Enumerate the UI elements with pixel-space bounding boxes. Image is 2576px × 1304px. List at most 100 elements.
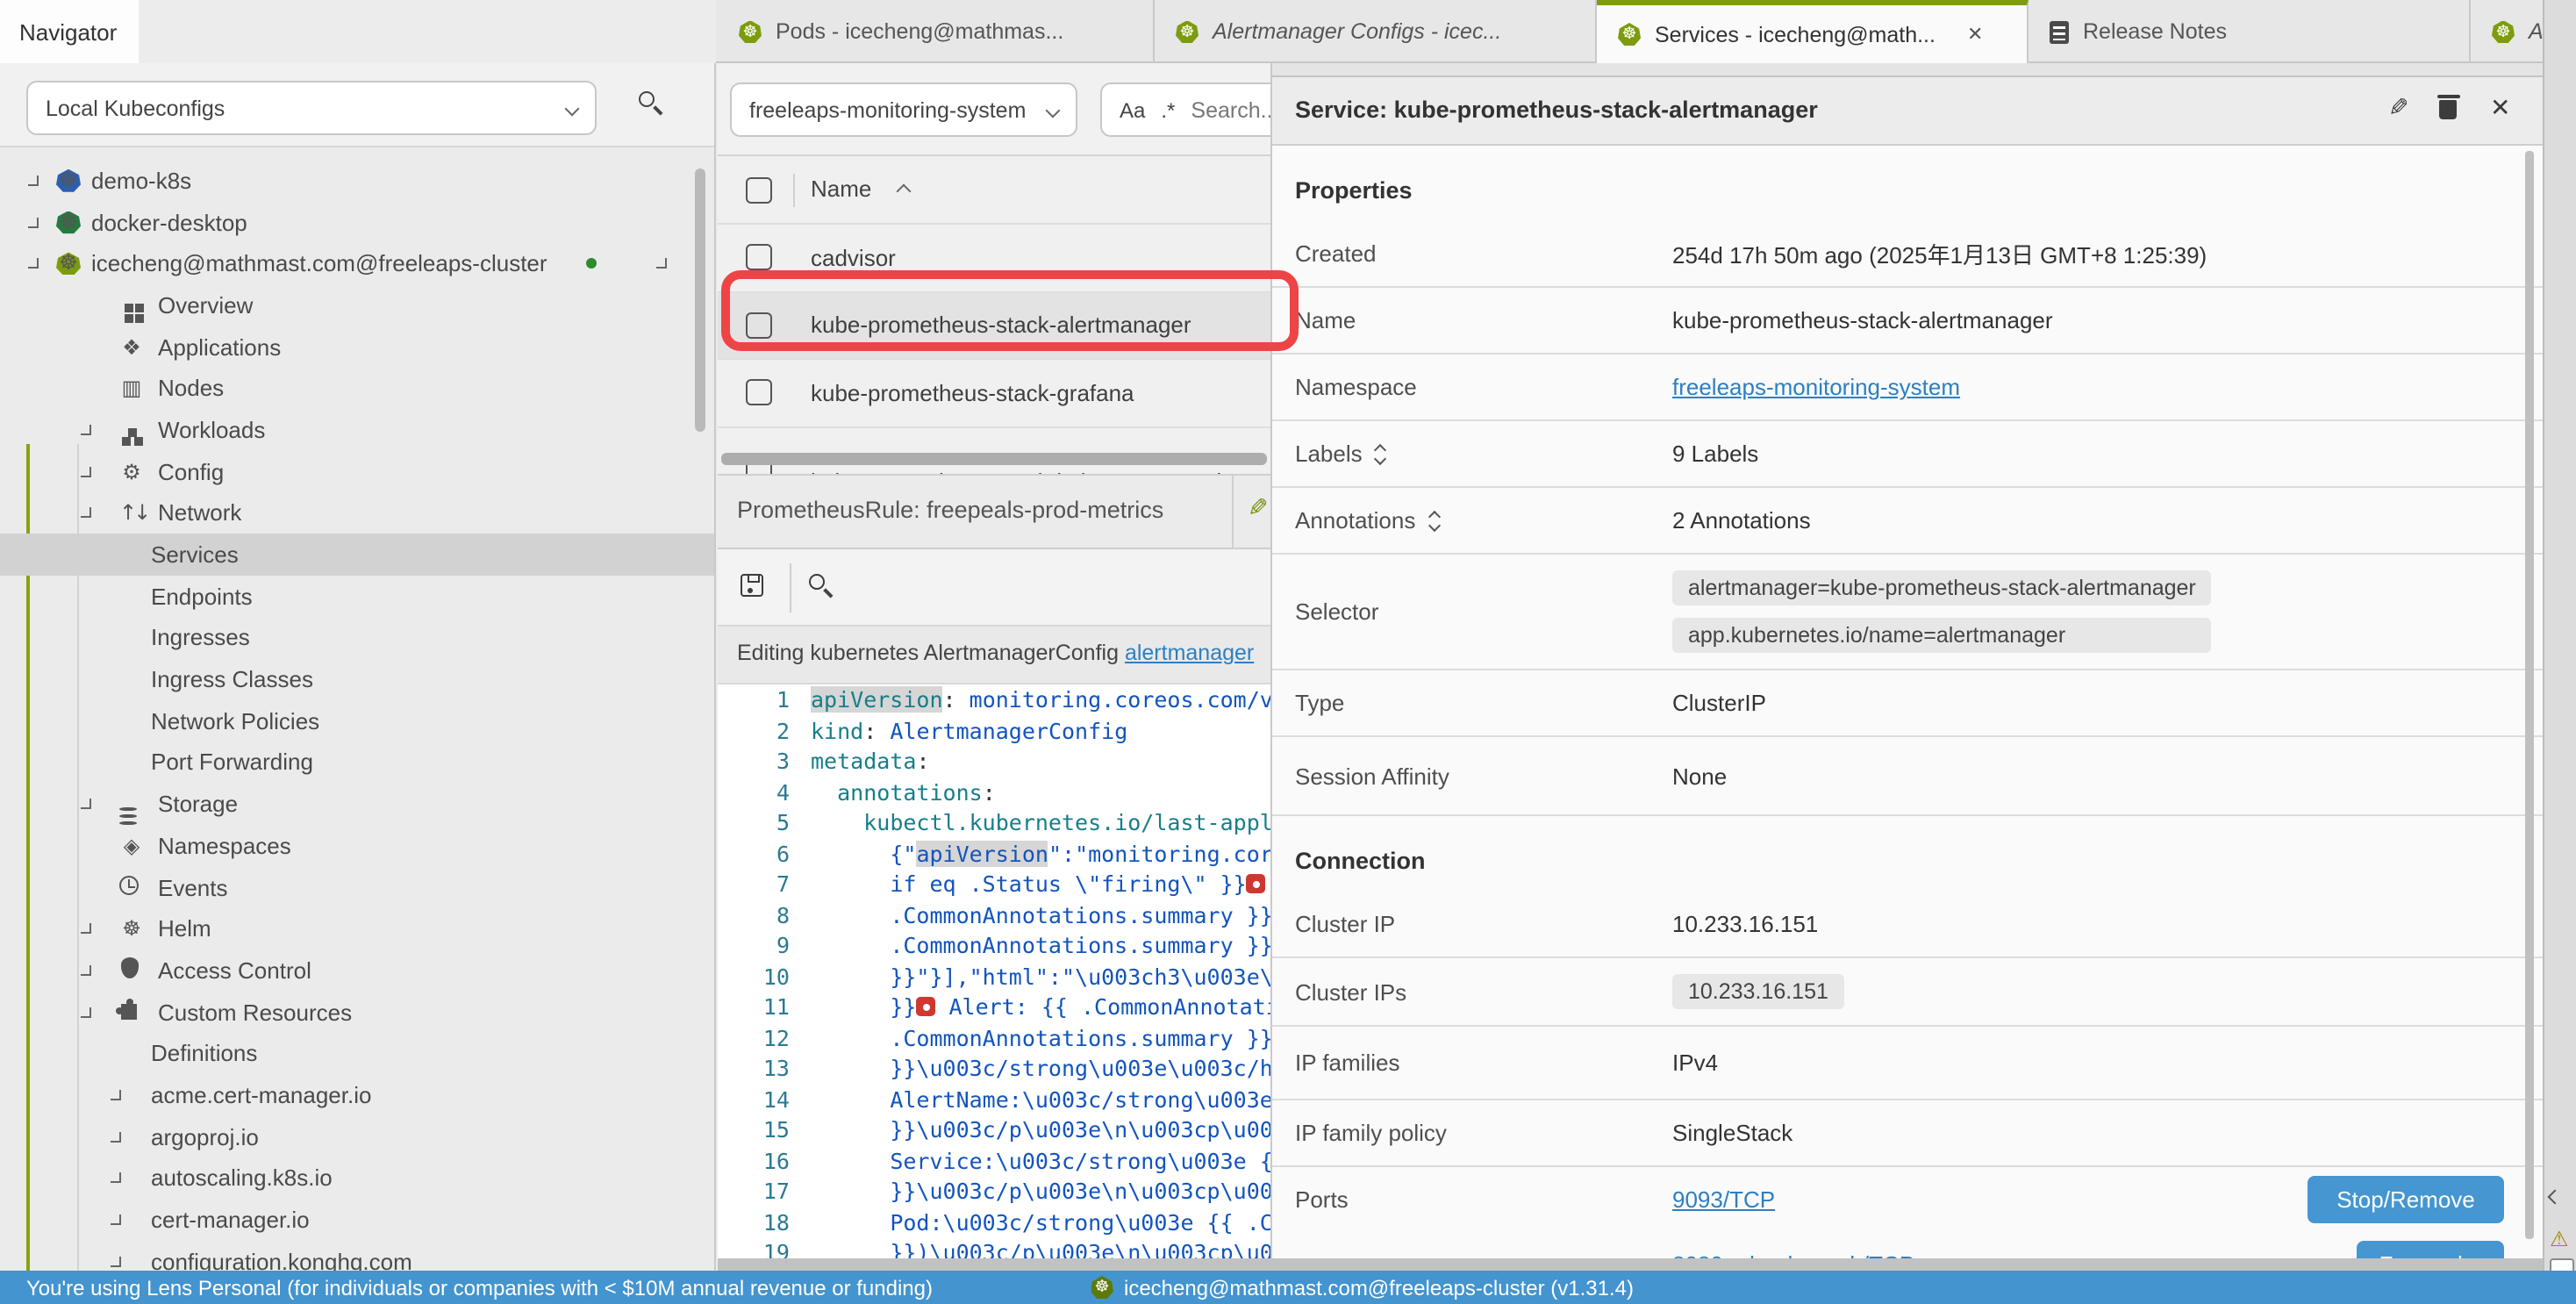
sidebar-item-ingress-classes[interactable]: Ingress Classes [0,659,714,700]
port-link[interactable]: 9093/TCP [1672,1186,1775,1213]
detail-label: Created [1295,240,1377,267]
sidebar-scrollbar[interactable] [695,168,705,432]
tab-pods-icecheng-mathmas[interactable]: ☸Pods - icecheng@mathmas... [718,0,1155,63]
detail-row-namespace: Namespacefreeleaps-monitoring-system [1272,355,2543,421]
regex-toggle[interactable]: .* [1161,97,1175,122]
sidebar-item-autoscaling-k8s-io[interactable]: autoscaling.k8s.io [0,1157,714,1199]
kubernetes-olive-icon: ☸ [56,252,81,275]
save-icon[interactable] [741,574,763,597]
kubeconfig-select[interactable]: Local Kubeconfigs [26,81,597,135]
section-heading-properties: Properties [1272,146,2543,221]
sidebar-item-definitions[interactable]: Definitions [0,1033,714,1074]
chevron-right-icon[interactable] [81,923,91,934]
sidebar-item-endpoints[interactable]: Endpoints [0,576,714,617]
detail-row-ip-families: IP familiesIPv4 [1272,1027,2543,1100]
search-icon[interactable] [639,91,655,107]
table-row-kube-prometheus-stack-grafana[interactable]: kube-prometheus-stack-grafana [718,360,1270,427]
sidebar-item-network-policies[interactable]: Network Policies [0,700,714,742]
edit-resource-icon[interactable]: ✎ [1248,495,1268,523]
chevron-down-icon[interactable] [81,508,91,519]
sidebar-item-ingresses[interactable]: Ingresses [0,617,714,658]
sidebar-item-port-forwarding[interactable]: Port Forwarding [0,742,714,783]
code-line-10: 10 }}"}],"html":"\u003ch3\u003e\u003 [718,961,1270,992]
chevron-right-icon[interactable] [81,965,91,976]
chevron-right-icon[interactable] [111,1131,121,1142]
sort-toggle-icon[interactable] [1428,510,1442,531]
chevron-right-icon[interactable] [111,1256,121,1266]
drawer-scrollbar[interactable] [2525,151,2534,1239]
table-row-cadvisor[interactable]: cadvisor [718,225,1270,292]
tab-release-notes[interactable]: Release Notes [2029,0,2471,63]
table-row-kube-prometheus-stack-alertmanager[interactable]: kube-prometheus-stack-alertmanager [718,292,1270,360]
chevron-right-icon[interactable] [28,217,39,227]
sidebar-item-label: Services [151,541,239,568]
sidebar-item-docker-desktop[interactable]: ☸docker-desktop [0,201,714,242]
chevron-right-icon[interactable] [28,176,39,186]
sidebar-item-label: Network Policies [151,708,319,734]
sidebar-item-argoproj-io[interactable]: argoproj.io [0,1116,714,1157]
chevron-right-icon[interactable] [81,799,91,809]
sidebar-item-icecheng-mathmast-com-freeleaps-cluster[interactable]: ☸icecheng@mathmast.com@freeleaps-cluster [0,243,714,284]
editor-horizontal-scrollbar[interactable] [718,1258,2543,1271]
tab-alertmanager-configs-icec[interactable]: ☸Alertmanager Configs - icec... [1155,0,1597,63]
list-horizontal-scrollbar[interactable] [721,452,1267,464]
namespace-link[interactable]: freeleaps-monitoring-system [1672,374,1960,400]
select-all-checkbox[interactable] [746,177,772,204]
close-tab-icon[interactable]: ✕ [1967,23,1983,46]
sidebar-item-namespaces[interactable]: ◈Namespaces [0,825,714,866]
sidebar-item-nodes[interactable]: ▥Nodes [0,368,714,409]
edit-service-icon[interactable]: ✎ [2388,95,2408,123]
sidebar-item-applications[interactable]: ❖Applications [0,326,714,368]
sidebar-item-custom-resources[interactable]: Custom Resources [0,992,714,1033]
close-drawer-icon[interactable]: ✕ [2490,93,2510,123]
column-header-name[interactable]: Name [811,176,871,202]
edited-resource-link[interactable]: alertmanager [1125,641,1254,665]
service-rows: cadvisorkube-prometheus-stack-alertmanag… [718,225,1270,476]
collapse-notifications-icon[interactable] [2548,1190,2563,1205]
sidebar-item-access-control[interactable]: Access Control [0,949,714,991]
chevron-down-icon[interactable] [28,258,39,269]
sidebar-item-acme-cert-manager-io[interactable]: acme.cert-manager.io [0,1074,714,1115]
sidebar-item-configuration-konghq-com[interactable]: configuration.konghq.com [0,1241,714,1271]
sidebar-item-helm[interactable]: ☸Helm [0,908,714,949]
stop-remove-button[interactable]: Stop/Remove [2308,1176,2504,1223]
sidebar-item-demo-k8s[interactable]: ☸demo-k8s [0,160,714,201]
editor-search-icon[interactable] [809,574,825,590]
detail-row-ip-family-policy: IP family policySingleStack [1272,1100,2543,1167]
dock-tab-title[interactable]: PrometheusRule: freepeals-prod-metrics [737,497,1163,523]
chevron-right-icon[interactable] [81,425,91,435]
row-checkbox[interactable] [746,312,772,338]
tab-services-icecheng-math[interactable]: ☸Services - icecheng@math...✕ [1597,0,2029,63]
chevron-down-icon[interactable] [81,1007,91,1017]
sidebar-item-network[interactable]: ↑↓Network [0,492,714,534]
row-checkbox[interactable] [746,379,772,405]
sort-ascending-icon[interactable] [897,184,912,199]
sidebar-item-events[interactable]: Events [0,866,714,907]
sidebar-item-label: Namespaces [158,833,291,859]
detail-label: Session Affinity [1295,763,1449,789]
yaml-editor[interactable]: 1apiVersion: monitoring.coreos.com/v12ki… [718,684,1270,1271]
row-checkbox[interactable] [746,244,772,270]
dock-tab-bar[interactable]: PrometheusRule: freepeals-prod-metrics ✎ [718,474,1270,549]
sidebar-item-overview[interactable]: Overview [0,284,714,326]
warning-icon[interactable]: ⚠ [2550,1227,2569,1251]
status-bar: You're using Lens Personal (for individu… [0,1271,2576,1304]
section-heading-connection: Connection [1272,816,2543,892]
sidebar-item-cert-manager-io[interactable]: cert-manager.io [0,1199,714,1240]
namespace-select[interactable]: freeleaps-monitoring-system [730,82,1077,137]
sidebar-item-workloads[interactable]: Workloads [0,409,714,450]
sidebar-item-storage[interactable]: Storage [0,784,714,825]
code-line-17: 17 }}\u003c/p\u003e\n\u003cp\u003e [718,1176,1270,1207]
match-case-toggle[interactable]: Aa [1120,97,1145,122]
gear-icon: ⚙ [119,459,144,484]
chevron-right-icon[interactable] [111,1214,121,1225]
sort-toggle-icon[interactable] [1375,443,1389,464]
sidebar-item-config[interactable]: ⚙Config [0,451,714,492]
chevron-right-icon[interactable] [111,1090,121,1100]
chevron-right-icon[interactable] [81,466,91,476]
sidebar-item-services[interactable]: Services [0,534,714,575]
kubeconfig-filter-row: Local Kubeconfigs [0,63,714,147]
chevron-right-icon[interactable] [111,1173,121,1184]
delete-service-icon[interactable] [2439,100,2457,119]
chevron-right-icon[interactable] [656,258,667,269]
